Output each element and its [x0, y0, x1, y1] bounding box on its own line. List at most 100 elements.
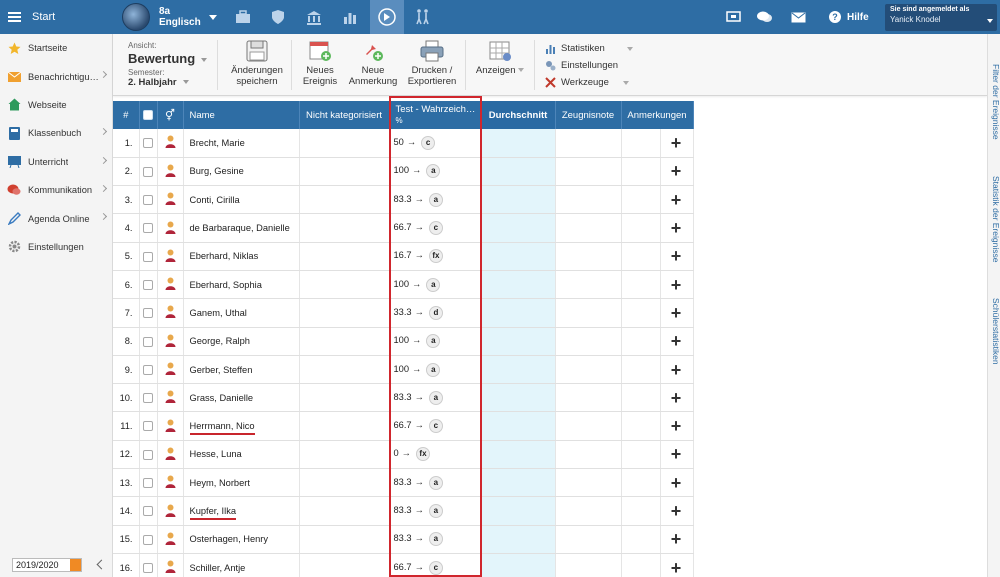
test-score-cell[interactable]: 33.3 → d [389, 298, 482, 328]
test-score-cell[interactable]: 16.7 → fx [389, 242, 482, 271]
uncategorized-cell[interactable] [299, 496, 390, 526]
add-remark-button[interactable]: + [660, 275, 693, 295]
chat-bubbles-icon[interactable] [749, 0, 779, 34]
student-name[interactable]: Schiller, Antje [183, 553, 300, 577]
new-note-button[interactable]: Neue Anmerkung [347, 40, 399, 87]
grade-badge[interactable]: a [426, 164, 441, 179]
school-year-select[interactable]: 2019/2020 [12, 558, 82, 572]
student-name[interactable]: de Barbaraque, Danielle [183, 213, 300, 243]
row-checkbox[interactable] [143, 336, 153, 347]
student-name[interactable]: Eberhard, Sophia [183, 270, 300, 300]
sidebar-item-agenda-online[interactable]: Agenda Online [0, 204, 112, 232]
student-name[interactable]: Gerber, Steffen [183, 355, 300, 385]
add-remark-button[interactable]: + [660, 190, 693, 210]
class-selector[interactable]: 8a Englisch [122, 3, 217, 31]
report-grade-cell[interactable] [555, 129, 622, 158]
uncategorized-cell[interactable] [299, 411, 390, 441]
grade-badge[interactable]: a [426, 334, 441, 349]
uncategorized-cell[interactable] [299, 553, 390, 577]
semester-select[interactable]: 2. Halbjahr [128, 77, 207, 88]
test-score-cell[interactable]: 83.3 → a [389, 468, 482, 498]
uncategorized-cell[interactable] [299, 327, 390, 356]
header-uncategorized[interactable]: Nicht kategorisiert [299, 101, 390, 129]
row-checkbox[interactable] [143, 251, 153, 262]
test-score-cell[interactable]: 66.7 → c [389, 411, 482, 441]
header-remarks[interactable]: Anmerkungen [621, 101, 694, 129]
test-score-cell[interactable]: 100 → a [389, 355, 482, 385]
grade-badge[interactable]: d [428, 305, 443, 320]
view-select[interactable]: Bewertung [128, 51, 208, 66]
test-score-cell[interactable]: 0 → fx [389, 440, 482, 470]
grade-badge[interactable]: fx [428, 249, 443, 264]
event-statistics-tab[interactable]: Statistik der Ereignisse [989, 176, 1000, 262]
sidebar-item-startseite[interactable]: Startseite [0, 34, 112, 62]
add-remark-button[interactable]: + [660, 218, 693, 238]
uncategorized-cell[interactable] [299, 242, 390, 271]
user-menu[interactable]: Sie sind angemeldet als Yanick Knodel [885, 4, 997, 31]
print-export-button[interactable]: Drucken / Exportieren [406, 40, 458, 87]
header-name[interactable]: Name [183, 101, 300, 129]
student-name[interactable]: Grass, Danielle [183, 383, 300, 413]
row-checkbox[interactable] [143, 421, 153, 432]
main-menu-button[interactable]: Start [0, 0, 113, 34]
uncategorized-cell[interactable] [299, 157, 390, 187]
report-grade-cell[interactable] [555, 298, 622, 328]
header-average[interactable]: Durchschnitt [481, 101, 556, 129]
uncategorized-cell[interactable] [299, 525, 390, 554]
views-button[interactable]: Anzeigen [473, 40, 527, 76]
student-name[interactable]: Kupfer, Ilka [183, 496, 300, 526]
add-remark-button[interactable]: + [660, 133, 693, 153]
row-checkbox[interactable] [143, 477, 153, 488]
new-event-button[interactable]: Neues Ereignis [298, 40, 342, 87]
row-checkbox[interactable] [143, 562, 153, 573]
uncategorized-cell[interactable] [299, 298, 390, 328]
sidebar-item-unterricht[interactable]: Unterricht [0, 148, 112, 176]
tools-menu[interactable]: Werkzeuge [545, 74, 633, 91]
header-report-grade[interactable]: Zeugnisnote [555, 101, 622, 129]
gender-icon[interactable]: ⚥ [157, 101, 184, 129]
row-checkbox[interactable] [143, 223, 153, 234]
add-remark-button[interactable]: + [660, 501, 693, 521]
add-remark-button[interactable]: + [660, 529, 693, 549]
add-remark-button[interactable]: + [660, 360, 693, 380]
report-grade-cell[interactable] [555, 355, 622, 385]
uncategorized-cell[interactable] [299, 440, 390, 470]
row-checkbox[interactable] [143, 138, 153, 149]
add-remark-button[interactable]: + [660, 444, 693, 464]
test-score-cell[interactable]: 66.7 → c [389, 213, 482, 243]
help-button[interactable]: ? Hilfe [829, 0, 869, 34]
grade-badge[interactable]: a [428, 390, 443, 405]
student-name[interactable]: Burg, Gesine [183, 157, 300, 187]
student-name[interactable]: Brecht, Marie [183, 129, 300, 158]
student-name[interactable]: Conti, Cirilla [183, 185, 300, 215]
row-checkbox[interactable] [143, 449, 153, 460]
sidebar-item-webseite[interactable]: Webseite [0, 91, 112, 119]
grade-badge[interactable]: a [426, 277, 441, 292]
add-remark-button[interactable]: + [660, 161, 693, 181]
student-name[interactable]: Heym, Norbert [183, 468, 300, 498]
sidebar-item-einstellungen[interactable]: Einstellungen [0, 233, 112, 261]
student-name[interactable]: Eberhard, Niklas [183, 242, 300, 271]
collapse-sidebar-icon[interactable] [95, 558, 105, 572]
add-remark-button[interactable]: + [660, 473, 693, 493]
report-grade-cell[interactable] [555, 383, 622, 413]
grade-badge[interactable]: a [428, 475, 443, 490]
row-checkbox[interactable] [143, 506, 153, 517]
student-name[interactable]: Hesse, Luna [183, 440, 300, 470]
report-grade-cell[interactable] [555, 242, 622, 271]
grade-badge[interactable]: fx [415, 447, 430, 462]
student-name[interactable]: Ganem, Uthal [183, 298, 300, 328]
test-score-cell[interactable]: 100 → a [389, 270, 482, 300]
row-checkbox[interactable] [143, 195, 153, 206]
row-checkbox[interactable] [143, 364, 153, 375]
add-remark-button[interactable]: + [660, 558, 693, 577]
grade-badge[interactable]: c [428, 419, 443, 434]
statistics-menu[interactable]: Statistiken [545, 40, 633, 57]
row-checkbox[interactable] [143, 534, 153, 545]
report-grade-cell[interactable] [555, 213, 622, 243]
grade-badge[interactable]: a [428, 532, 443, 547]
test-score-cell[interactable]: 83.3 → a [389, 383, 482, 413]
student-name[interactable]: George, Ralph [183, 327, 300, 356]
student-name[interactable]: Osterhagen, Henry [183, 525, 300, 554]
report-grade-cell[interactable] [555, 440, 622, 470]
